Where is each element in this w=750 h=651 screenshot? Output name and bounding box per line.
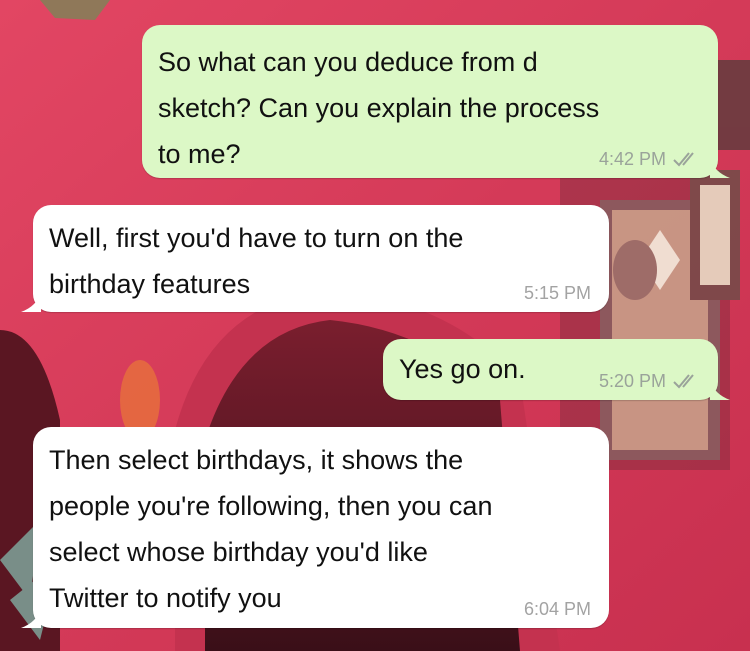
outgoing-message[interactable]: So what can you deduce from d sketch? Ca…	[142, 25, 730, 178]
outgoing-message[interactable]: Yes go on. 5:20 PM	[383, 339, 730, 400]
message-text: Then select birthdays, it shows the peop…	[49, 445, 493, 613]
double-check-icon	[673, 374, 694, 389]
message-meta: 4:42 PM	[599, 149, 700, 169]
message-meta: 6:04 PM	[524, 599, 591, 619]
incoming-message[interactable]: Well, first you'd have to turn on the bi…	[21, 205, 609, 312]
bubble-tail	[710, 158, 730, 178]
double-check-icon	[673, 152, 694, 167]
incoming-message[interactable]: Then select birthdays, it shows the peop…	[21, 427, 609, 628]
message-time: 5:20 PM	[598, 371, 666, 391]
message-time: 6:04 PM	[523, 599, 591, 619]
bubble-tail	[21, 608, 41, 628]
message-list[interactable]: So what can you deduce from d sketch? Ca…	[0, 0, 750, 651]
message-meta: 5:15 PM	[524, 283, 591, 303]
bubble-tail	[710, 380, 730, 400]
bubble-tail	[21, 292, 41, 312]
message-time: 5:15 PM	[523, 283, 591, 303]
message-meta: 5:20 PM	[599, 371, 700, 391]
chat-screen: So what can you deduce from d sketch? Ca…	[0, 0, 750, 651]
message-text: Well, first you'd have to turn on the bi…	[49, 223, 464, 299]
message-time: 4:42 PM	[598, 149, 666, 169]
